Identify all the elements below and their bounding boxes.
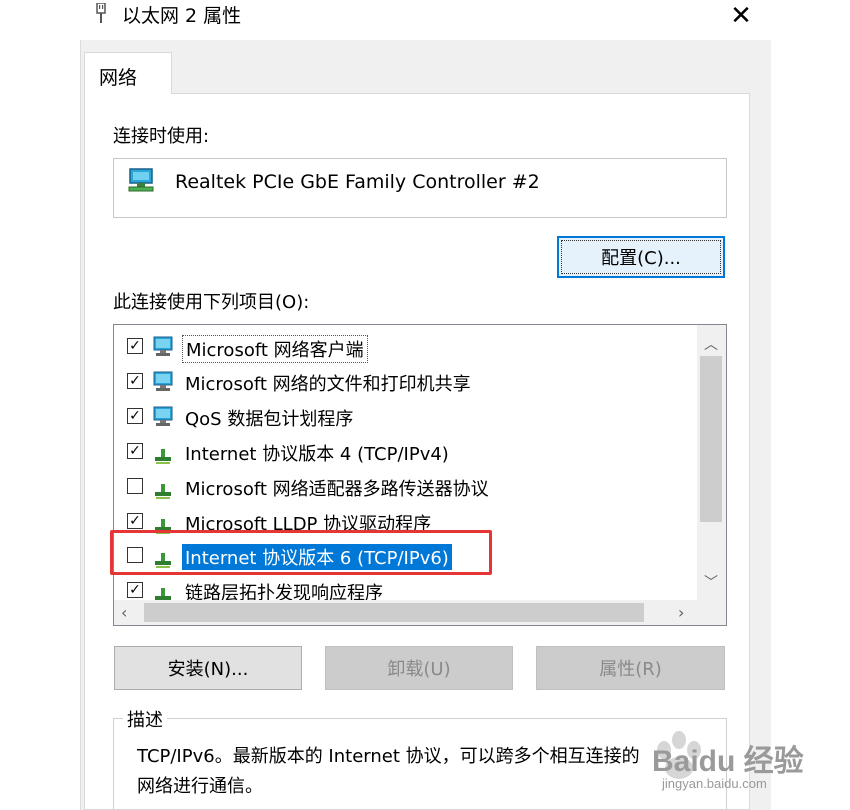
scroll-down-icon[interactable]: ﹀ — [704, 572, 718, 592]
watermark-url: jingyan.baidu.com — [662, 776, 767, 791]
list-item-label: QoS 数据包计划程序 — [185, 409, 354, 430]
components-list[interactable]: ✓ Microsoft 网络客户端 ✓ Microsoft 网络的文件和打印机共… — [113, 324, 727, 626]
list-item[interactable]: ✓ Microsoft 网络客户端 — [114, 330, 704, 364]
horizontal-scroll-thumb[interactable] — [144, 603, 644, 622]
items-label: 此连接使用下列项目(O): — [113, 292, 310, 313]
description-line: TCP/IPv6。最新版本的 Internet 协议，可以跨多个相互连接的 — [137, 746, 640, 767]
list-item-label: Microsoft 网络适配器多路传送器协议 — [185, 479, 489, 500]
tab-network[interactable]: 网络 — [84, 52, 172, 94]
configure-button[interactable]: 配置(C)... — [557, 236, 725, 278]
network-cable-icon — [96, 3, 106, 23]
list-item[interactable]: ✓ Internet 协议版本 4 (TCP/IPv4) — [114, 435, 704, 469]
list-item[interactable]: ✓ QoS 数据包计划程序 — [114, 400, 704, 434]
watermark-brand: Baidu 经验 — [652, 745, 804, 778]
description-line: 网络进行通信。 — [137, 776, 263, 797]
checkbox[interactable]: ✓ — [127, 582, 143, 598]
checkbox[interactable]: ✓ — [127, 443, 143, 459]
window-title: 以太网 2 属性 — [122, 5, 242, 27]
scroll-right-icon[interactable]: › — [678, 603, 684, 622]
checkbox[interactable]: ✓ — [127, 338, 143, 354]
network-service-icon — [153, 371, 173, 391]
checkbox[interactable] — [127, 547, 143, 563]
network-adapter-icon — [128, 168, 154, 192]
protocol-icon — [155, 519, 171, 534]
list-item-selected[interactable]: Internet 协议版本 6 (TCP/IPv6) — [114, 539, 704, 573]
checkbox[interactable]: ✓ — [127, 408, 143, 424]
list-item[interactable]: Microsoft 网络适配器多路传送器协议 — [114, 470, 704, 504]
adapter-name: Realtek PCIe GbE Family Controller #2 — [175, 171, 540, 193]
tab-label: 网络 — [99, 67, 138, 89]
install-button[interactable]: 安装(N)... — [114, 646, 302, 690]
protocol-icon — [155, 484, 171, 499]
list-item-label: Microsoft LLDP 协议驱动程序 — [185, 514, 432, 535]
description-text: TCP/IPv6。最新版本的 Internet 协议，可以跨多个相互连接的 网络… — [137, 742, 697, 802]
protocol-icon — [155, 449, 171, 464]
scroll-up-icon[interactable]: ︿ — [704, 334, 718, 354]
list-item-label: Microsoft 网络客户端 — [182, 335, 368, 363]
list-item[interactable]: ✓ Microsoft 网络的文件和打印机共享 — [114, 365, 704, 399]
scroll-left-icon[interactable]: ‹ — [121, 603, 127, 622]
connect-using-label: 连接时使用: — [113, 126, 210, 147]
close-button[interactable]: ✕ — [722, 0, 760, 32]
protocol-icon — [155, 553, 171, 568]
vertical-scroll-thumb[interactable] — [700, 356, 722, 522]
list-item-label: Internet 协议版本 4 (TCP/IPv4) — [185, 444, 449, 465]
list-item[interactable]: ✓ Microsoft LLDP 协议驱动程序 — [114, 505, 704, 539]
properties-button[interactable]: 属性(R) — [536, 646, 725, 690]
uninstall-button[interactable]: 卸载(U) — [325, 646, 513, 690]
checkbox[interactable]: ✓ — [127, 373, 143, 389]
description-title: 描述 — [123, 706, 167, 732]
checkbox[interactable] — [127, 478, 143, 494]
list-item-label: Internet 协议版本 6 (TCP/IPv6) — [182, 544, 452, 570]
network-client-icon — [153, 336, 173, 356]
list-item-label: Microsoft 网络的文件和打印机共享 — [185, 374, 471, 395]
network-service-icon — [153, 406, 173, 426]
checkbox[interactable]: ✓ — [127, 513, 143, 529]
scrollbar-corner — [697, 600, 726, 625]
close-icon: ✕ — [730, 1, 752, 31]
